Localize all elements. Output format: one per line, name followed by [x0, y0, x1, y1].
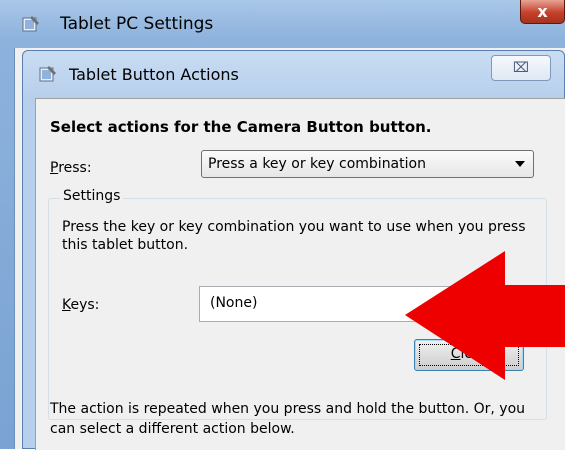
dialog-heading: Select actions for the Camera Button but…: [50, 118, 432, 136]
settings-description: Press the key or key combination you wan…: [62, 219, 526, 253]
keys-label: Keys:: [62, 297, 100, 313]
press-action-dropdown[interactable]: Press a key or key combination: [201, 150, 534, 178]
red-arrow-icon: [405, 251, 565, 380]
footer-text: The action is repeated when you press an…: [50, 401, 526, 437]
tablet-button-icon: [39, 66, 56, 82]
dialog-title: Tablet Button Actions: [69, 65, 239, 84]
red-arrow-shape: [405, 251, 565, 380]
outer-title-bar[interactable]: Tablet PC Settings x: [0, 0, 565, 48]
press-label: Press:: [50, 160, 92, 176]
outer-window-title: Tablet PC Settings: [60, 14, 214, 34]
dropdown-arrow-icon: [515, 161, 525, 167]
press-action-selected: Press a key or key combination: [208, 156, 426, 172]
dialog-close-button[interactable]: ⌧: [491, 55, 551, 81]
tablet-settings-icon: [22, 16, 39, 32]
outer-close-button[interactable]: x: [520, 0, 565, 24]
settings-group-label: Settings: [60, 188, 124, 204]
